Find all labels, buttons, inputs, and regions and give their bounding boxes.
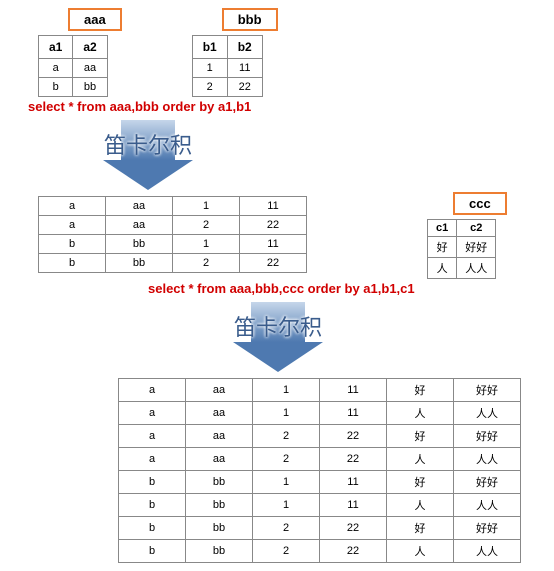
cell: 好好 xyxy=(454,425,521,448)
cell: 11 xyxy=(227,59,262,78)
cell: 2 xyxy=(173,254,240,273)
cell: a xyxy=(39,59,73,78)
cell: aa xyxy=(186,425,253,448)
cell: b xyxy=(39,235,106,254)
cell: a xyxy=(39,197,106,216)
cell: 2 xyxy=(173,216,240,235)
cell: b xyxy=(119,540,186,563)
col-c1: c1 xyxy=(428,220,457,237)
cell: b xyxy=(39,254,106,273)
cell: 2 xyxy=(253,425,320,448)
table-aaa: aaa a1 a2 a aa b bb xyxy=(38,8,122,97)
cell: aa xyxy=(106,197,173,216)
cell: aa xyxy=(186,448,253,471)
cell: bb xyxy=(186,517,253,540)
cell: 11 xyxy=(240,235,307,254)
cell: 人 xyxy=(387,402,454,425)
cell: 2 xyxy=(253,448,320,471)
col-a2: a2 xyxy=(73,36,107,59)
cell: 人 xyxy=(387,540,454,563)
arrow-cartesian-1: 笛卡尔积 xyxy=(103,120,193,190)
cell: 1 xyxy=(173,197,240,216)
cell: aa xyxy=(186,402,253,425)
cell: 22 xyxy=(227,78,262,97)
cell: 22 xyxy=(320,517,387,540)
col-b1: b1 xyxy=(192,36,227,59)
cell: 好 xyxy=(387,425,454,448)
table-result2: aaa111好好好aaa111人人人aaa222好好好aaa222人人人bbb1… xyxy=(118,378,521,563)
cell: a xyxy=(119,425,186,448)
cell: 好 xyxy=(428,237,457,258)
cell: b xyxy=(119,471,186,494)
cell: bb xyxy=(106,235,173,254)
cell: a xyxy=(119,448,186,471)
cell: 2 xyxy=(192,78,227,97)
cell: a xyxy=(39,216,106,235)
arrow-label-1: 笛卡尔积 xyxy=(104,128,192,160)
cell: bb xyxy=(73,78,107,97)
arrow-cartesian-2: 笛卡尔积 xyxy=(233,302,323,372)
cell: 人 xyxy=(428,258,457,279)
cell: 好好 xyxy=(454,517,521,540)
cell: 22 xyxy=(320,540,387,563)
cell: 22 xyxy=(240,216,307,235)
sql-2: select * from aaa,bbb,ccc order by a1,b1… xyxy=(148,281,546,296)
col-b2: b2 xyxy=(227,36,262,59)
cell: 22 xyxy=(320,448,387,471)
cell: 人人 xyxy=(454,402,521,425)
cell: 1 xyxy=(253,494,320,517)
cell: 22 xyxy=(320,425,387,448)
cell: 人 xyxy=(387,494,454,517)
cell: 1 xyxy=(173,235,240,254)
cell: 2 xyxy=(253,517,320,540)
cell: bb xyxy=(186,471,253,494)
cell: aa xyxy=(186,379,253,402)
cell: 人 xyxy=(387,448,454,471)
cell: 11 xyxy=(320,402,387,425)
cell: aa xyxy=(73,59,107,78)
cell: aa xyxy=(106,216,173,235)
cell: 1 xyxy=(192,59,227,78)
cell: 人人 xyxy=(454,540,521,563)
cell: 好 xyxy=(387,379,454,402)
cell: 1 xyxy=(253,402,320,425)
cell: bb xyxy=(186,540,253,563)
cell: b xyxy=(119,494,186,517)
cell: 2 xyxy=(253,540,320,563)
cell: bb xyxy=(106,254,173,273)
cell: 人人 xyxy=(454,494,521,517)
cell: 好好 xyxy=(454,471,521,494)
cell: 好 xyxy=(387,517,454,540)
cell: 好好 xyxy=(457,237,496,258)
cell: 11 xyxy=(320,471,387,494)
cell: 22 xyxy=(240,254,307,273)
cell: 11 xyxy=(240,197,307,216)
cell: b xyxy=(39,78,73,97)
cell: bb xyxy=(186,494,253,517)
cell: 人人 xyxy=(454,448,521,471)
cell: 1 xyxy=(253,471,320,494)
label-bbb: bbb xyxy=(222,8,278,31)
cell: 好 xyxy=(387,471,454,494)
cell: 好好 xyxy=(454,379,521,402)
col-c2: c2 xyxy=(457,220,496,237)
sql-1: select * from aaa,bbb order by a1,b1 xyxy=(28,99,546,114)
cell: a xyxy=(119,379,186,402)
col-a1: a1 xyxy=(39,36,73,59)
table-result1: a aa 1 11 a aa 2 22 b bb 1 11 b bb 2 22 xyxy=(38,196,307,273)
arrow-label-2: 笛卡尔积 xyxy=(234,310,322,342)
cell: 11 xyxy=(320,494,387,517)
cell: 11 xyxy=(320,379,387,402)
label-ccc: ccc xyxy=(453,192,507,215)
cell: 1 xyxy=(253,379,320,402)
table-ccc: ccc c1 c2 好 好好 人 人人 xyxy=(427,192,507,279)
cell: b xyxy=(119,517,186,540)
cell: a xyxy=(119,402,186,425)
label-aaa: aaa xyxy=(68,8,122,31)
table-bbb: bbb b1 b2 1 11 2 22 xyxy=(192,8,278,97)
cell: 人人 xyxy=(457,258,496,279)
